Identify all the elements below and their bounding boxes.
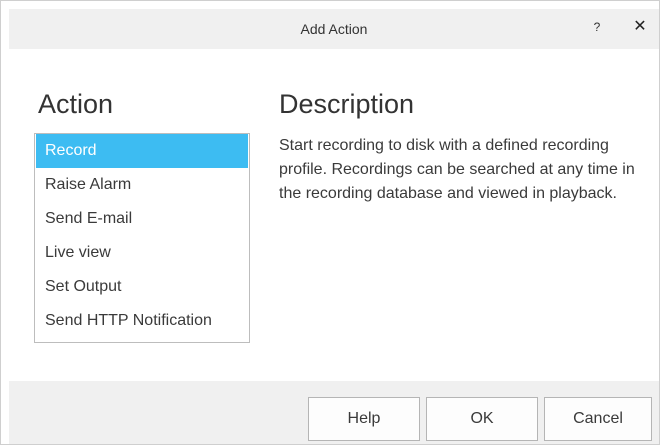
cancel-button[interactable]: Cancel bbox=[544, 397, 652, 441]
list-item-send-email[interactable]: Send E-mail bbox=[36, 202, 248, 236]
description-text: Start recording to disk with a defined r… bbox=[279, 137, 635, 202]
list-item-raise-alarm[interactable]: Raise Alarm bbox=[36, 168, 248, 202]
button-bar: Help OK Cancel bbox=[9, 381, 659, 444]
list-item-record[interactable]: Record bbox=[36, 134, 248, 168]
help-icon[interactable]: ? bbox=[587, 9, 607, 49]
add-action-dialog: Add Action ? ✕ Action Description Record… bbox=[0, 0, 660, 445]
title-bar: Add Action ? ✕ bbox=[9, 9, 659, 49]
close-icon[interactable]: ✕ bbox=[629, 9, 651, 49]
dialog-title: Add Action bbox=[300, 21, 368, 37]
list-item-send-http-notification[interactable]: Send HTTP Notification bbox=[36, 304, 248, 338]
help-button[interactable]: Help bbox=[308, 397, 420, 441]
list-item-live-view[interactable]: Live view bbox=[36, 236, 248, 270]
ok-button[interactable]: OK bbox=[426, 397, 538, 441]
action-list[interactable]: Record Raise Alarm Send E-mail Live view… bbox=[34, 133, 250, 343]
description-heading: Description bbox=[279, 89, 415, 119]
action-heading: Action bbox=[38, 89, 114, 119]
list-item-set-output[interactable]: Set Output bbox=[36, 270, 248, 304]
